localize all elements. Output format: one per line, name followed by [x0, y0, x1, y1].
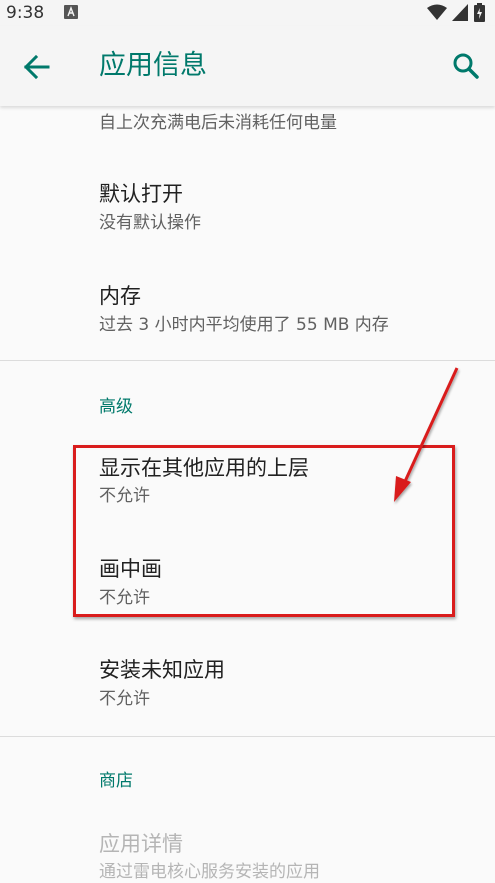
- list-item-summary: 通过雷电核心服务安装的应用: [99, 862, 320, 882]
- app-details-row[interactable]: 应用详情 通过雷电核心服务安装的应用: [0, 826, 495, 883]
- display-over-other-apps-row[interactable]: 显示在其他应用的上层 不允许: [0, 448, 495, 528]
- picture-in-picture-row[interactable]: 画中画 不允许: [0, 550, 495, 620]
- wifi-icon: [427, 4, 447, 20]
- install-unknown-apps-row[interactable]: 安装未知应用 不允许: [0, 650, 495, 730]
- a-box-icon: [64, 5, 78, 19]
- app-bar: 应用信息: [0, 26, 495, 106]
- section-header-store: 商店: [99, 771, 133, 791]
- open-by-default-title: 默认打开: [99, 182, 183, 206]
- open-by-default-summary: 没有默认操作: [99, 213, 201, 233]
- status-time: 9:38: [6, 3, 45, 23]
- divider: [0, 360, 495, 361]
- cell-signal-icon: [452, 4, 468, 21]
- memory-summary: 过去 3 小时内平均使用了 55 MB 内存: [99, 315, 389, 335]
- list-item-summary: 不允许: [99, 486, 150, 506]
- list-item-title: 显示在其他应用的上层: [99, 456, 309, 480]
- list-item-title: 安装未知应用: [99, 658, 225, 682]
- battery-row[interactable]: 自上次充满电后未消耗任何电量: [0, 106, 495, 146]
- list-item-title: 画中画: [99, 557, 162, 581]
- app-info-screen: 9:38 应用信息 自上次充满电后未消耗任何电量 默认打开 没有默认操作 内存 …: [0, 0, 495, 883]
- memory-row[interactable]: 内存 过去 3 小时内平均使用了 55 MB 内存: [0, 272, 495, 352]
- open-by-default-row[interactable]: 默认打开 没有默认操作: [0, 168, 495, 248]
- divider: [0, 736, 495, 737]
- search-icon: [453, 53, 479, 79]
- battery-icon: [474, 3, 485, 22]
- memory-title: 内存: [99, 284, 141, 308]
- section-header-advanced: 高级: [99, 397, 133, 417]
- list-item-summary: 不允许: [99, 689, 150, 709]
- list-item-title: 应用详情: [99, 832, 183, 856]
- status-bar: 9:38: [0, 0, 495, 26]
- search-button[interactable]: [444, 44, 488, 88]
- battery-summary: 自上次充满电后未消耗任何电量: [99, 113, 337, 133]
- arrow-left-icon: [23, 54, 50, 80]
- list-item-summary: 不允许: [99, 588, 150, 608]
- page-title: 应用信息: [99, 50, 207, 81]
- back-button[interactable]: [14, 44, 58, 88]
